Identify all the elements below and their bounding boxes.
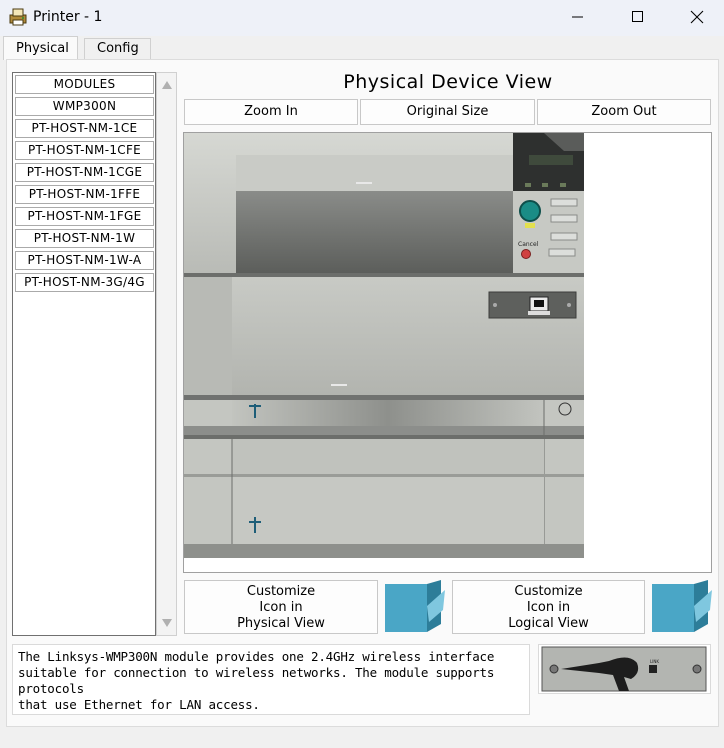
zoom-in-button[interactable]: Zoom In: [184, 99, 358, 125]
module-item-wmp300n[interactable]: WMP300N: [15, 97, 154, 116]
printer-app-icon: [9, 8, 27, 26]
module-item-nm-1ce[interactable]: PT-HOST-NM-1CE: [15, 119, 154, 138]
zoom-out-button[interactable]: Zoom Out: [537, 99, 711, 125]
tab-bar: Physical Config: [0, 36, 724, 60]
printer-cancel-label: Cancel: [518, 241, 539, 248]
scroll-down-icon[interactable]: [162, 619, 172, 627]
description-line: suitable for connection to wireless netw…: [18, 665, 495, 696]
close-icon: [690, 10, 704, 24]
customize-physical-line2: Icon in: [259, 600, 303, 615]
maximize-icon: [632, 11, 643, 22]
module-list: MODULES WMP300N PT-HOST-NM-1CE PT-HOST-N…: [12, 72, 156, 636]
physical-device-view[interactable]: Cancel: [183, 132, 712, 573]
customize-logical-icon-button[interactable]: Customize Icon in Logical View: [452, 580, 645, 634]
module-item-nm-1w[interactable]: PT-HOST-NM-1W: [15, 229, 154, 248]
tab-config[interactable]: Config: [84, 38, 151, 60]
window-title: Printer - 1: [33, 9, 103, 25]
customize-logical-line1: Customize: [514, 584, 583, 599]
customize-physical-line3: Physical View: [237, 616, 325, 631]
printer-device-image: Cancel: [184, 133, 584, 558]
description-line: that use Ethernet for LAN access.: [18, 697, 260, 712]
module-item-nm-1w-a[interactable]: PT-HOST-NM-1W-A: [15, 251, 154, 270]
module-item-nm-1cfe[interactable]: PT-HOST-NM-1CFE: [15, 141, 154, 160]
tab-physical[interactable]: Physical: [3, 36, 78, 60]
original-size-button[interactable]: Original Size: [360, 99, 535, 125]
customize-logical-line3: Logical View: [508, 616, 589, 631]
minimize-icon: [572, 16, 583, 18]
module-item-nm-1ffe[interactable]: PT-HOST-NM-1FFE: [15, 185, 154, 204]
module-list-scrollbar[interactable]: [156, 72, 177, 636]
physical-view-cube-icon: [385, 580, 445, 632]
customize-physical-icon-button[interactable]: Customize Icon in Physical View: [184, 580, 378, 634]
description-line: The Linksys-WMP300N module provides one …: [18, 649, 495, 664]
customize-logical-line2: Icon in: [526, 600, 571, 615]
close-button[interactable]: [674, 0, 720, 34]
module-header[interactable]: MODULES: [15, 75, 154, 94]
minimize-button[interactable]: [555, 0, 601, 34]
module-item-nm-1cge[interactable]: PT-HOST-NM-1CGE: [15, 163, 154, 182]
module-description: The Linksys-WMP300N module provides one …: [12, 644, 530, 715]
module-item-nm-1fge[interactable]: PT-HOST-NM-1FGE: [15, 207, 154, 226]
module-item-nm-3g4g[interactable]: PT-HOST-NM-3G/4G: [15, 273, 154, 292]
logical-view-cube-icon: [652, 580, 712, 632]
module-thumbnail[interactable]: LINK: [538, 644, 711, 694]
svg-text:LINK: LINK: [650, 659, 659, 664]
scroll-up-icon[interactable]: [162, 81, 172, 89]
title-bar: Printer - 1: [0, 0, 724, 36]
customize-physical-line1: Customize: [246, 584, 316, 599]
wmp300n-module-image: LINK: [541, 646, 707, 692]
maximize-button[interactable]: [615, 0, 661, 34]
page-title: Physical Device View: [343, 71, 553, 93]
